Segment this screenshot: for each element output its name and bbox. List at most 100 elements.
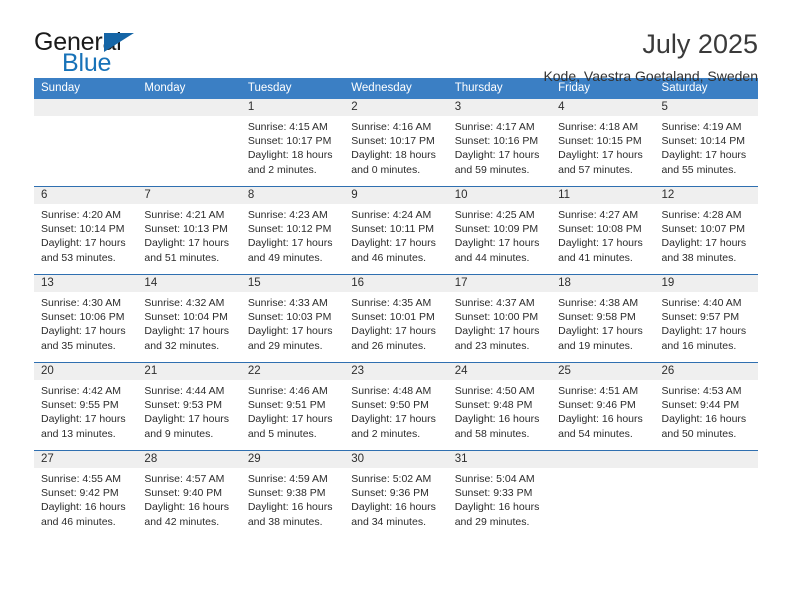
day-detail-line: Daylight: 16 hours	[41, 501, 126, 514]
day-details: Sunrise: 4:17 AM Sunset: 10:16 PM Daylight…	[448, 116, 551, 186]
calendar-day-cell[interactable]: 2 Sunrise: 4:16 AM Sunset: 10:17 PM Dayligh…	[344, 99, 448, 186]
day-detail-line: Daylight: 17 hours	[661, 237, 747, 250]
day-number: 28	[137, 451, 241, 468]
day-number: 4	[551, 99, 655, 116]
day-detail-line: and 2 minutes.	[351, 427, 421, 440]
calendar-day-cell[interactable]: 8 Sunrise: 4:23 AM Sunset: 10:12 PM Dayligh…	[240, 187, 345, 274]
day-detail-line: and 50 minutes.	[661, 427, 737, 440]
day-detail-line: Sunrise: 4:51 AM	[558, 385, 639, 397]
day-detail-line: Sunset: 10:00 PM	[454, 311, 539, 324]
calendar-day-cell[interactable]: 21 Sunrise: 4:44 AM Sunset: 9:53 PM Dayligh…	[137, 363, 241, 450]
day-detail-line: Sunrise: 4:53 AM	[661, 385, 742, 397]
day-detail-line: Sunset: 10:01 PM	[351, 311, 435, 324]
calendar-day-cell[interactable]: 11 Sunrise: 4:27 AM Sunset: 10:08 PM Daylig…	[551, 187, 655, 274]
brand-logo[interactable]: General Blue	[34, 28, 154, 77]
day-details: Sunrise: 4:16 AM Sunset: 10:17 PM Daylight…	[344, 116, 447, 186]
day-detail-line: and 9 minutes.	[144, 427, 214, 440]
day-detail-line: Sunrise: 4:17 AM	[454, 121, 535, 133]
day-detail-line: Sunrise: 4:25 AM	[454, 209, 535, 221]
day-detail-line: and 44 minutes.	[454, 251, 530, 264]
day-number: 20	[34, 363, 138, 380]
day-details: Sunrise: 4:53 AM Sunset: 9:44 PM Daylight:…	[655, 380, 758, 450]
calendar-day-cell[interactable]: 23 Sunrise: 4:48 AM Sunset: 9:50 PM Dayligh…	[344, 363, 448, 450]
calendar-day-cell[interactable]: 13 Sunrise: 4:30 AM Sunset: 10:06 PM Daylig…	[34, 275, 138, 362]
calendar-day-cell[interactable]: 3 Sunrise: 4:17 AM Sunset: 10:16 PM Dayligh…	[447, 99, 552, 186]
day-number: 1	[240, 99, 345, 116]
page-title: July 2025	[642, 29, 758, 59]
calendar-day-cell[interactable]: 27 Sunrise: 4:55 AM Sunset: 9:42 PM Dayligh…	[34, 451, 138, 538]
day-detail-line: and 13 minutes.	[41, 427, 116, 440]
day-detail-line: Sunrise: 4:20 AM	[41, 209, 121, 221]
calendar-day-cell[interactable]: 25 Sunrise: 4:51 AM Sunset: 9:46 PM Dayligh…	[551, 363, 655, 450]
calendar-day-cell[interactable]: 15 Sunrise: 4:33 AM Sunset: 10:03 PM Daylig…	[240, 275, 345, 362]
day-details: Sunrise: 4:38 AM Sunset: 9:58 PM Daylight:…	[551, 292, 654, 362]
day-detail-line: Sunrise: 4:38 AM	[558, 297, 639, 309]
calendar-day-cell[interactable]: 31 Sunrise: 5:04 AM Sunset: 9:33 PM Dayligh…	[447, 451, 552, 538]
day-number: 30	[344, 451, 448, 468]
day-detail-line: Sunrise: 5:04 AM	[454, 473, 535, 485]
calendar-day-cell[interactable]: 9 Sunrise: 4:24 AM Sunset: 10:11 PM Dayligh…	[344, 187, 448, 274]
day-detail-line: Sunrise: 4:40 AM	[661, 297, 742, 309]
calendar-day-cell[interactable]: 10 Sunrise: 4:25 AM Sunset: 10:09 PM Daylig…	[447, 187, 552, 274]
weekday-header-friday: Friday	[558, 82, 591, 94]
day-details: Sunrise: 4:21 AM Sunset: 10:13 PM Daylight…	[137, 204, 240, 274]
day-details: Sunrise: 4:48 AM Sunset: 9:50 PM Daylight:…	[344, 380, 447, 450]
calendar-day-cell[interactable]: 24 Sunrise: 4:50 AM Sunset: 9:48 PM Dayligh…	[447, 363, 552, 450]
calendar-day-cell[interactable]: 17 Sunrise: 4:37 AM Sunset: 10:00 PM Daylig…	[447, 275, 552, 362]
day-detail-line: Daylight: 17 hours	[41, 237, 126, 250]
day-detail-line: and 42 minutes.	[144, 515, 220, 528]
day-detail-line: and 0 minutes.	[351, 163, 421, 176]
day-detail-line: Sunset: 9:53 PM	[144, 399, 223, 412]
day-detail-line: Sunrise: 4:37 AM	[454, 297, 535, 309]
day-detail-line: Daylight: 18 hours	[247, 149, 333, 162]
calendar-day-cell[interactable]: 30 Sunrise: 5:02 AM Sunset: 9:36 PM Dayligh…	[344, 451, 448, 538]
calendar-day-cell[interactable]: 1 Sunrise: 4:15 AM Sunset: 10:17 PM Dayligh…	[240, 99, 345, 186]
calendar-day-cell[interactable]: 20 Sunrise: 4:42 AM Sunset: 9:55 PM Dayligh…	[34, 363, 138, 450]
day-detail-line: Daylight: 17 hours	[41, 325, 126, 338]
calendar-day-cell-empty	[551, 451, 655, 538]
calendar-day-cell[interactable]: 7 Sunrise: 4:21 AM Sunset: 10:13 PM Dayligh…	[137, 187, 241, 274]
calendar-day-cell[interactable]: 12 Sunrise: 4:28 AM Sunset: 10:07 PM Daylig…	[654, 187, 758, 274]
day-detail-line: Sunset: 9:55 PM	[41, 399, 119, 412]
calendar-day-cell[interactable]: 14 Sunrise: 4:32 AM Sunset: 10:04 PM Daylig…	[137, 275, 241, 362]
day-detail-line: Sunrise: 5:02 AM	[351, 473, 432, 485]
day-number	[551, 451, 655, 468]
calendar-day-cell[interactable]: 19 Sunrise: 4:40 AM Sunset: 9:57 PM Dayligh…	[654, 275, 758, 362]
day-detail-line: Daylight: 17 hours	[144, 413, 230, 426]
weekday-header-sunday: Sunday	[41, 82, 81, 94]
day-detail-line: Daylight: 17 hours	[661, 325, 747, 338]
day-detail-line: Daylight: 18 hours	[351, 149, 436, 162]
calendar-day-cell[interactable]: 28 Sunrise: 4:57 AM Sunset: 9:40 PM Dayligh…	[137, 451, 241, 538]
day-number: 23	[344, 363, 448, 380]
page-header: General Blue July 2025 Kode, Vaestra Goe…	[34, 0, 758, 84]
calendar-weeks: 1 Sunrise: 4:15 AM Sunset: 10:17 PM Dayligh…	[34, 99, 758, 538]
day-detail-line: Daylight: 17 hours	[454, 325, 540, 338]
calendar-day-cell-empty	[34, 99, 138, 186]
calendar-day-cell[interactable]: 16 Sunrise: 4:35 AM Sunset: 10:01 PM Daylig…	[344, 275, 448, 362]
day-detail-line: Daylight: 17 hours	[558, 325, 643, 338]
day-detail-line: and 38 minutes.	[247, 515, 323, 528]
day-detail-line: Daylight: 17 hours	[247, 325, 333, 338]
calendar-day-cell[interactable]: 18 Sunrise: 4:38 AM Sunset: 9:58 PM Dayligh…	[551, 275, 655, 362]
day-detail-line: Sunrise: 4:46 AM	[247, 385, 328, 397]
day-detail-line: and 59 minutes.	[454, 163, 530, 176]
calendar-day-cell[interactable]: 29 Sunrise: 4:59 AM Sunset: 9:38 PM Dayligh…	[240, 451, 345, 538]
calendar-day-cell[interactable]: 22 Sunrise: 4:46 AM Sunset: 9:51 PM Dayligh…	[240, 363, 345, 450]
day-detail-line: Daylight: 16 hours	[247, 501, 333, 514]
day-number: 22	[240, 363, 345, 380]
day-details: Sunrise: 4:25 AM Sunset: 10:09 PM Daylight…	[448, 204, 551, 274]
calendar-day-cell[interactable]: 4 Sunrise: 4:18 AM Sunset: 10:15 PM Dayligh…	[551, 99, 655, 186]
day-detail-line: Sunrise: 4:15 AM	[247, 121, 328, 133]
day-details: Sunrise: 4:37 AM Sunset: 10:00 PM Daylight…	[448, 292, 551, 362]
day-detail-line: and 53 minutes.	[41, 251, 116, 264]
calendar-day-cell[interactable]: 26 Sunrise: 4:53 AM Sunset: 9:44 PM Dayligh…	[654, 363, 758, 450]
day-detail-line: Daylight: 17 hours	[351, 413, 436, 426]
calendar-grid: Sunday Monday Tuesday Wednesday Thursday…	[34, 78, 758, 538]
day-details: Sunrise: 4:55 AM Sunset: 9:42 PM Daylight:…	[34, 468, 137, 538]
day-details: Sunrise: 5:04 AM Sunset: 9:33 PM Daylight:…	[448, 468, 551, 538]
day-detail-line: Sunset: 9:42 PM	[41, 487, 119, 500]
day-detail-line: Daylight: 17 hours	[247, 413, 333, 426]
calendar-day-cell[interactable]: 5 Sunrise: 4:19 AM Sunset: 10:14 PM Dayligh…	[654, 99, 758, 186]
calendar-day-cell[interactable]: 6 Sunrise: 4:20 AM Sunset: 10:14 PM Dayligh…	[34, 187, 138, 274]
day-number: 24	[447, 363, 552, 380]
